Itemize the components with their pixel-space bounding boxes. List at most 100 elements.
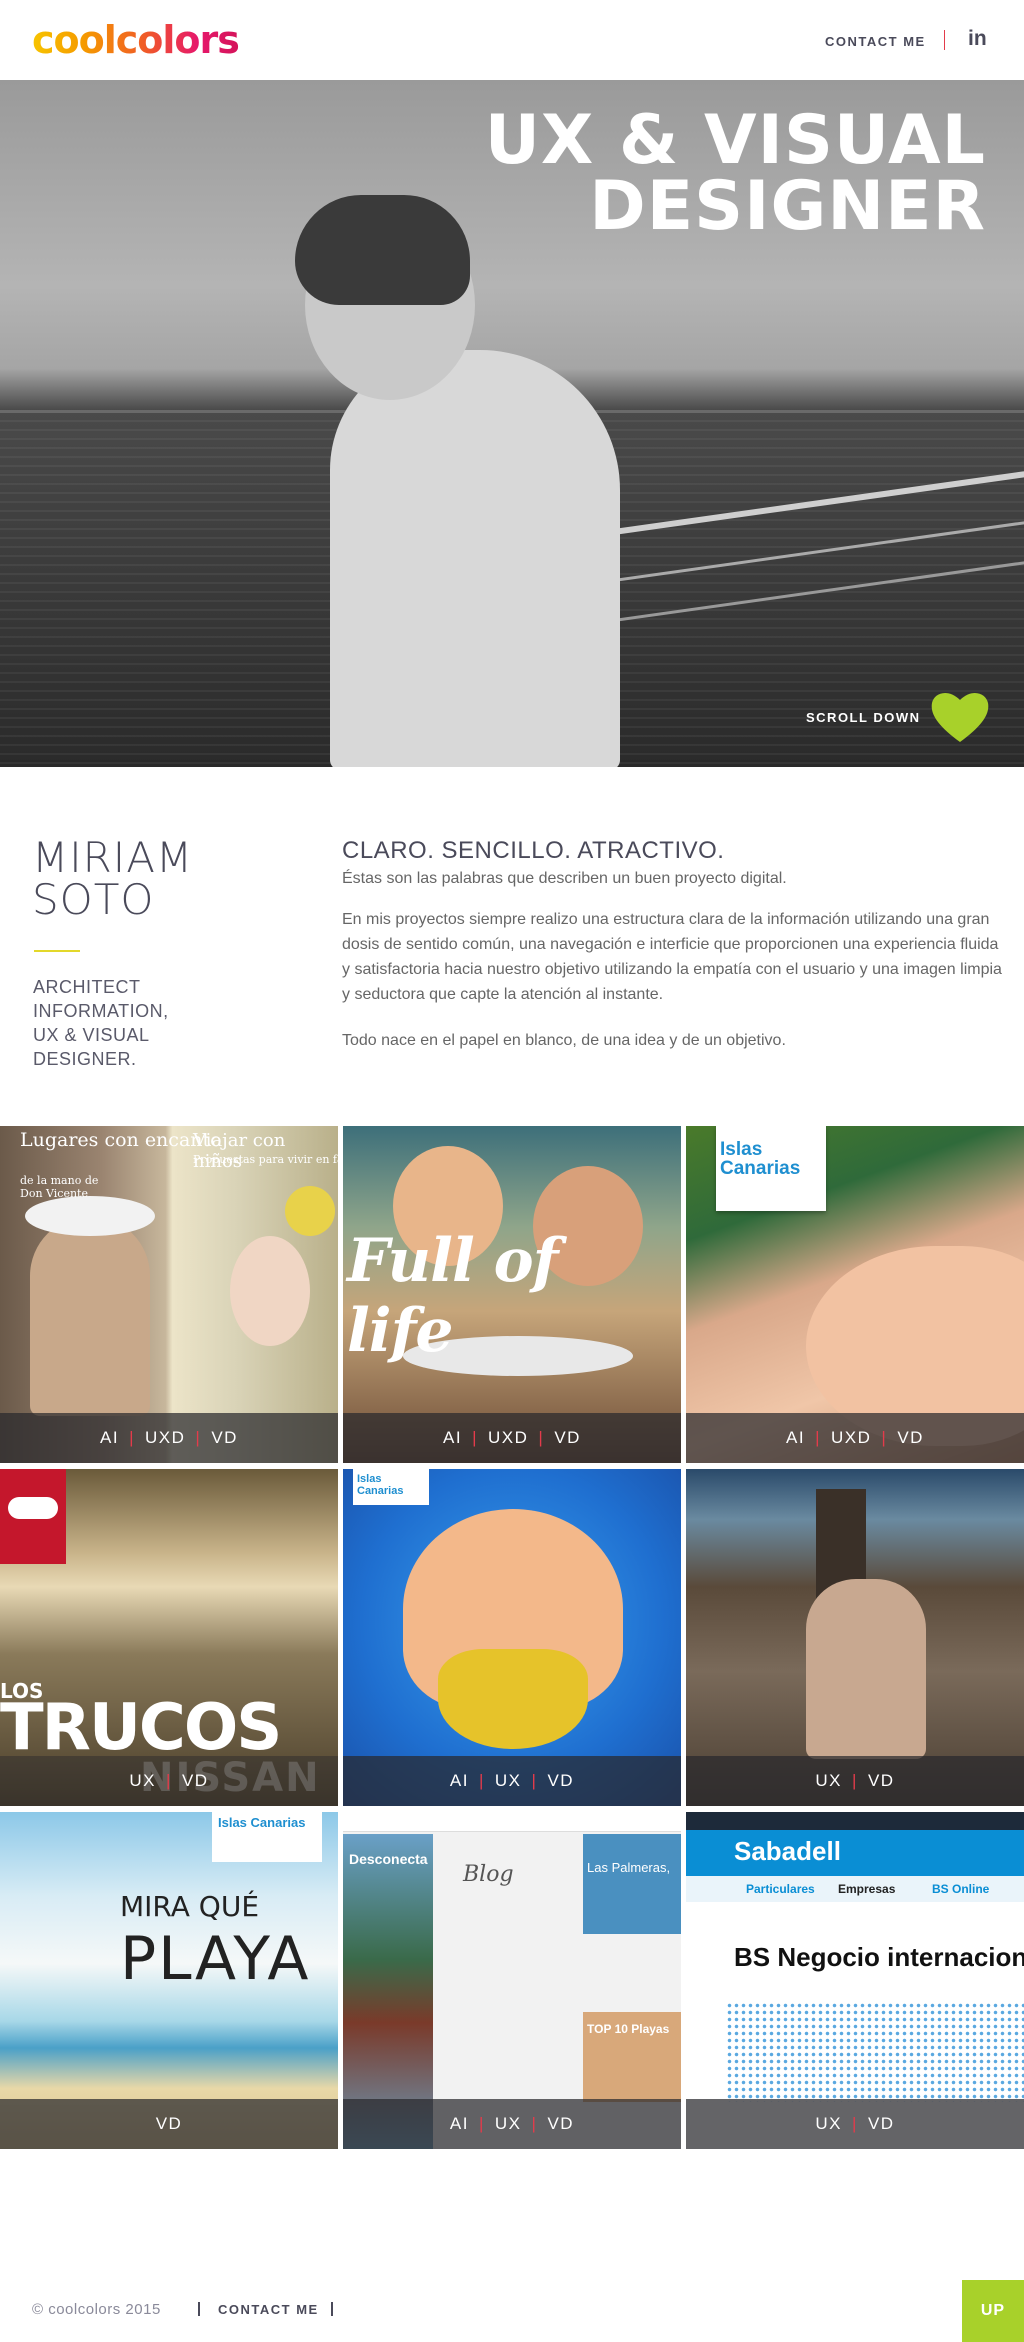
portfolio-tile[interactable]: Islas Canarias MIRA QUÉ PLAYA VD — [0, 1812, 338, 2149]
author-name-line: MIRIAM — [32, 833, 194, 882]
tile-tags: UX | VD — [686, 1756, 1024, 1806]
portfolio-tile[interactable]: UX | VD — [686, 1469, 1024, 1806]
nav-divider — [944, 30, 945, 50]
tag: AI — [100, 1428, 120, 1447]
tile-tags: AI | UXD | VD — [343, 1413, 681, 1463]
tag-divider: | — [472, 1428, 479, 1447]
linkedin-icon[interactable]: in — [968, 27, 987, 51]
tag-divider: | — [195, 1428, 202, 1447]
author-role: ARCHITECT INFORMATION, UX & VISUAL DESIG… — [33, 975, 213, 1071]
tag: VD — [554, 1428, 581, 1447]
tag: VD — [867, 2114, 895, 2133]
footer-divider — [331, 2302, 333, 2316]
scroll-up-button[interactable]: UP — [962, 2280, 1024, 2342]
tile-photo-lemon — [285, 1186, 335, 1236]
tile-tags: AI | UX | VD — [343, 1756, 681, 1806]
tag-divider: | — [881, 1428, 888, 1447]
portfolio-tile[interactable]: Desconecta Blog Las Palmeras, TOP 10 Pla… — [343, 1812, 681, 2149]
tag-divider: | — [852, 2114, 858, 2133]
tag: VD — [181, 1771, 209, 1790]
author-name-line: SOTO — [32, 875, 155, 924]
tile-caption: Blog — [463, 1862, 514, 1887]
tag: UX — [494, 1771, 522, 1790]
tile-screenshot-map — [726, 2002, 1024, 2102]
tile-caption: Full of life — [347, 1226, 558, 1366]
tag: UX — [815, 1771, 843, 1790]
footer-divider — [198, 2302, 200, 2316]
name-underline — [34, 950, 80, 952]
sabadell-logo: Sabadell — [734, 1836, 841, 1866]
tile-tags: AI | UXD | VD — [0, 1413, 338, 1463]
portfolio-tile[interactable]: Lugares con encanto de la mano de Don Vi… — [0, 1126, 338, 1463]
tag: VD — [211, 1428, 238, 1447]
footer-contact-link[interactable]: CONTACT ME — [218, 2302, 319, 2317]
tag-divider: | — [852, 1771, 858, 1790]
tag-divider: | — [531, 2114, 538, 2133]
hero-person-hair — [295, 195, 470, 305]
tag: UX — [494, 2114, 522, 2133]
hero-title-line: DESIGNER — [589, 167, 986, 246]
tile-screenshot-topbar — [686, 1812, 1024, 1830]
tile-screenshot-tab: Particulares — [746, 1882, 815, 1896]
author-role-line: INFORMATION, — [33, 1001, 169, 1021]
hero-banner: UX & VISUAL DESIGNER SCROLL DOWN — [0, 80, 1024, 767]
islas-canarias-logo-text: Islas Canarias — [720, 1139, 801, 1179]
tag: UXD — [831, 1428, 872, 1447]
tile-caption: TOP 10 Playas — [587, 2022, 670, 2036]
tag-divider: | — [478, 1771, 485, 1790]
nav-contact-link[interactable]: CONTACT ME — [825, 34, 926, 49]
tag: VD — [547, 1771, 575, 1790]
tag: VD — [897, 1428, 924, 1447]
tile-photo-man — [30, 1216, 150, 1416]
tag-divider: | — [538, 1428, 545, 1447]
portfolio-tile[interactable]: Islas Canarias AI | UXD | VD — [686, 1126, 1024, 1463]
site-header: coolcolors CONTACT ME in — [0, 0, 1024, 80]
tag-divider: | — [531, 1771, 538, 1790]
tag-divider: | — [478, 2114, 485, 2133]
portfolio-tile[interactable]: Full of life AI | UXD | VD — [343, 1126, 681, 1463]
tile-tags: UX | VD — [0, 1756, 338, 1806]
author-name: MIRIAM SOTO — [32, 837, 193, 921]
tile-caption: Desconecta — [349, 1851, 428, 1867]
hero-title: UX & VISUAL DESIGNER — [485, 107, 986, 246]
tag-divider: | — [129, 1428, 136, 1447]
tile-illustration-treasure — [438, 1649, 588, 1749]
tile-screenshot-tab: BS Online — [932, 1882, 990, 1896]
author-role-line: ARCHITECT — [33, 977, 141, 997]
tag: VD — [867, 1771, 895, 1790]
tag-divider: | — [815, 1428, 822, 1447]
tile-screenshot-nav — [343, 1812, 681, 1832]
tile-tags: VD — [0, 2099, 338, 2149]
logo[interactable]: coolcolors — [32, 18, 240, 62]
tile-caption: Lugares con encanto — [20, 1129, 222, 1151]
nissan-logo-mark — [8, 1497, 58, 1519]
tag: AI — [443, 1428, 463, 1447]
islas-canarias-logo-text: Islas Canarias — [218, 1815, 306, 1830]
copyright: © coolcolors 2015 — [32, 2301, 161, 2318]
tag: UX — [129, 1771, 157, 1790]
hero-person — [330, 350, 620, 767]
portfolio-tile[interactable]: Sabadell Particulares Empresas BS Online… — [686, 1812, 1024, 2149]
tile-photo-couple — [806, 1579, 926, 1759]
about-section: MIRIAM SOTO ARCHITECT INFORMATION, UX & … — [0, 767, 1024, 1125]
tile-caption: PLAYA — [120, 1924, 311, 1994]
tile-caption: Las Palmeras, — [587, 1860, 671, 1875]
tile-screenshot-photo — [583, 1834, 681, 1934]
tile-subcaption: Propuestas para vivir en fam — [193, 1153, 338, 1166]
tag: VD — [547, 2114, 575, 2133]
tile-caption: BS Negocio internacion — [734, 1942, 1024, 1972]
tile-subcaption: de la mano de Don Vicente — [20, 1174, 99, 1200]
tile-caption: TRUCOS — [0, 1691, 282, 1765]
scroll-down-link[interactable]: SCROLL DOWN — [806, 710, 920, 725]
portfolio-tile[interactable]: Islas Canarias AI | UX | VD — [343, 1469, 681, 1806]
about-paragraph: En mis proyectos siempre realizo una est… — [342, 911, 1002, 1003]
tag: UXD — [145, 1428, 186, 1447]
tile-tags: UX | VD — [686, 2099, 1024, 2149]
author-role-line: UX & VISUAL — [33, 1025, 150, 1045]
heart-icon[interactable] — [930, 690, 990, 744]
portfolio-tile[interactable]: LOS TRUCOS NISSAN UX | VD — [0, 1469, 338, 1806]
tag: VD — [155, 2114, 183, 2133]
tag: UXD — [488, 1428, 529, 1447]
tag: UX — [815, 2114, 843, 2133]
tag: AI — [449, 2114, 469, 2133]
